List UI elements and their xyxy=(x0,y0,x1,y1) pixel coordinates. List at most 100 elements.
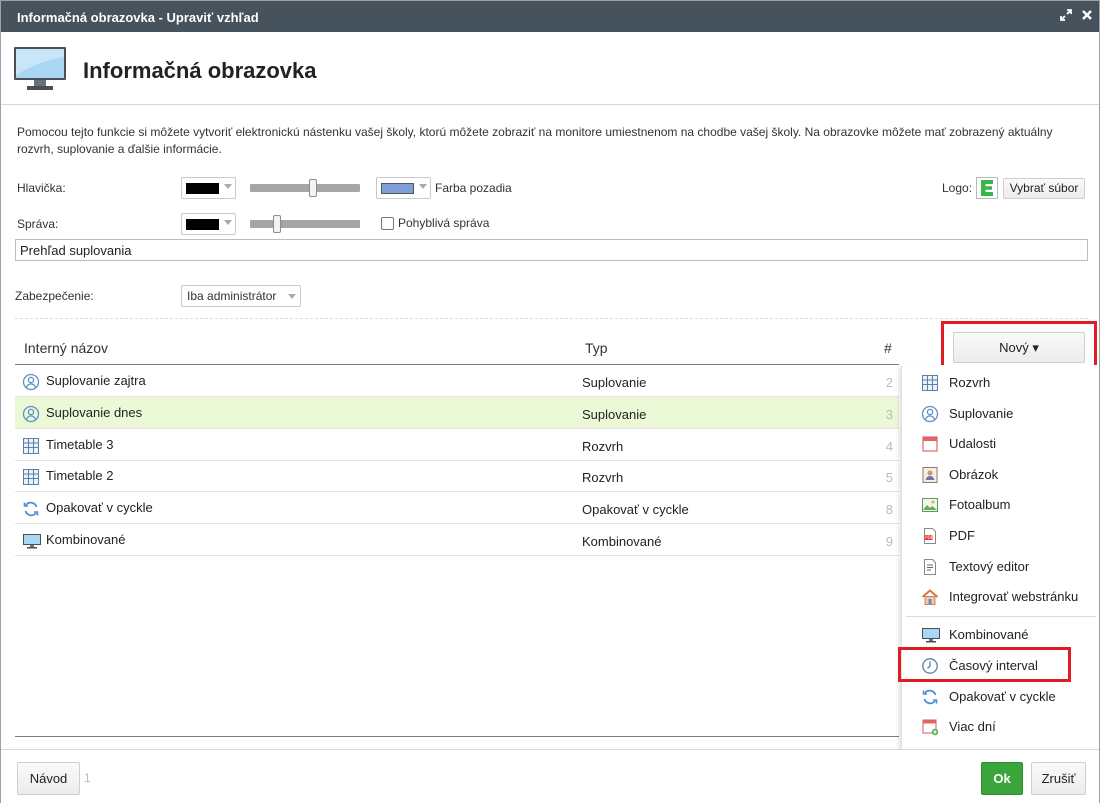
security-select-value: Iba administrátor xyxy=(187,289,277,303)
row-order: 4 xyxy=(885,438,893,454)
text-editor-icon xyxy=(921,558,939,579)
message-label: Správa: xyxy=(17,217,59,231)
table-row[interactable]: Suplovanie dnes Suplovanie 3 xyxy=(15,396,899,429)
menu-item-udalosti[interactable]: Udalosti xyxy=(902,430,1100,458)
menu-item-opakovat-v-cyckle[interactable]: Opakovať v cyckle xyxy=(902,683,1100,711)
cancel-button[interactable]: Zrušiť xyxy=(1031,762,1086,795)
chevron-down-icon xyxy=(419,184,427,189)
ok-button[interactable]: Ok xyxy=(981,762,1023,795)
clock-icon xyxy=(921,657,939,678)
row-name: Suplovanie zajtra xyxy=(46,373,146,388)
menu-item-pdf[interactable]: PDF PDF xyxy=(902,522,1100,550)
header-color-picker[interactable] xyxy=(181,177,236,199)
security-select[interactable]: Iba administrátor xyxy=(181,285,301,307)
chevron-down-icon xyxy=(224,220,232,225)
row-order: 8 xyxy=(885,502,893,518)
row-order: 5 xyxy=(885,470,893,486)
message-text-input[interactable] xyxy=(15,239,1088,261)
row-name: Kombinované xyxy=(46,532,126,547)
choose-file-button[interactable]: Vybrať súbor xyxy=(1003,178,1085,199)
security-label: Zabezpečenie: xyxy=(15,289,94,303)
monitor-icon xyxy=(921,626,941,647)
moving-message-checkbox[interactable] xyxy=(381,217,394,230)
dialog-titlebar[interactable]: Informačná obrazovka - Upraviť vzhľad xyxy=(1,1,1099,32)
calendar-icon xyxy=(921,435,939,456)
message-size-slider[interactable] xyxy=(250,215,360,233)
logo-label: Logo: xyxy=(942,181,973,195)
message-slider-handle[interactable] xyxy=(273,215,282,233)
pdf-icon: PDF xyxy=(921,527,939,548)
close-icon[interactable] xyxy=(1078,7,1096,25)
table-bottom-divider xyxy=(15,736,899,737)
menu-item-label: Časový interval xyxy=(949,658,1038,673)
header-size-slider[interactable] xyxy=(250,179,360,197)
picture-icon xyxy=(921,466,939,487)
row-type: Kombinované xyxy=(582,534,662,549)
menu-item-obrazok[interactable]: Obrázok xyxy=(902,461,1100,489)
table-row[interactable]: Opakovať v cyckle Opakovať v cyckle 8 xyxy=(15,492,899,525)
menu-item-label: Textový editor xyxy=(949,559,1030,574)
header-slider-handle[interactable] xyxy=(309,179,318,197)
row-type: Rozvrh xyxy=(582,470,624,486)
menu-item-label: Rozvrh xyxy=(949,375,991,390)
timetable-icon xyxy=(22,437,40,458)
background-color-swatch xyxy=(381,183,414,194)
photoalbum-icon xyxy=(921,496,939,517)
message-color-swatch xyxy=(186,219,219,230)
row-order: 9 xyxy=(885,534,893,549)
menu-item-suplovanie[interactable]: Suplovanie xyxy=(902,400,1100,428)
new-item-menu: Rozvrh Suplovanie Udalosti Obrázok Fotoalbum… xyxy=(901,365,1099,750)
menu-item-label: Suplovanie xyxy=(949,406,1014,421)
timetable-icon xyxy=(921,374,939,395)
menu-item-kombinovane[interactable]: Kombinované xyxy=(902,621,1100,649)
dialog-footer: Návod 1 Ok Zrušiť xyxy=(1,749,1099,803)
monitor-icon xyxy=(13,46,67,95)
table-row[interactable]: Suplovanie zajtra Suplovanie 2 xyxy=(15,365,899,397)
dialog-window: Informačná obrazovka - Upraviť vzhľad In… xyxy=(0,0,1100,803)
page-title: Informačná obrazovka xyxy=(83,58,317,83)
new-item-button[interactable]: Nový ▾ xyxy=(953,332,1085,363)
table-row[interactable]: Kombinované Kombinované 9 xyxy=(15,524,899,556)
timetable-icon xyxy=(22,468,40,489)
cycle-icon xyxy=(22,500,40,521)
message-color-picker[interactable] xyxy=(181,213,236,235)
section-divider xyxy=(15,318,1088,319)
row-type: Opakovať v cyckle xyxy=(582,502,689,518)
page-header: Informačná obrazovka xyxy=(1,32,1099,105)
substitution-icon xyxy=(22,373,40,394)
menu-item-integrovat-webstranku[interactable]: Integrovať webstránku xyxy=(902,583,1100,611)
row-name: Timetable 3 xyxy=(46,436,114,452)
menu-item-label: Obrázok xyxy=(949,467,999,482)
row-name: Opakovať v cyckle xyxy=(46,500,153,516)
intro-text: Pomocou tejto funkcie si môžete vytvoriť… xyxy=(17,125,1053,156)
help-count: 1 xyxy=(84,771,91,785)
edupage-logo-icon xyxy=(976,177,998,202)
chevron-down-icon xyxy=(224,184,232,189)
menu-divider xyxy=(906,616,1096,617)
menu-item-label: Fotoalbum xyxy=(949,497,1011,512)
background-color-picker[interactable] xyxy=(376,177,431,199)
maximize-icon[interactable] xyxy=(1057,7,1075,25)
help-button[interactable]: Návod xyxy=(17,762,80,795)
row-type: Rozvrh xyxy=(582,438,624,454)
background-color-label: Farba pozadia xyxy=(435,181,512,195)
menu-item-rozvrh[interactable]: Rozvrh xyxy=(902,369,1100,397)
svg-text:PDF: PDF xyxy=(925,535,933,540)
monitor-icon xyxy=(22,532,42,553)
menu-item-textovy-editor[interactable]: Textový editor xyxy=(902,553,1100,581)
menu-item-label: PDF xyxy=(949,528,975,543)
row-order: 2 xyxy=(885,375,893,390)
menu-item-viac-dni[interactable]: Viac dní xyxy=(902,713,1100,741)
row-type: Suplovanie xyxy=(582,375,647,390)
row-type: Suplovanie xyxy=(582,406,647,422)
menu-item-label: Kombinované xyxy=(949,627,1029,642)
menu-item-casovy-interval[interactable]: Časový interval xyxy=(902,652,1100,680)
table-row[interactable]: Timetable 2 Rozvrh 5 xyxy=(15,460,899,493)
menu-item-fotoalbum[interactable]: Fotoalbum xyxy=(902,491,1100,519)
dialog-title: Informačná obrazovka - Upraviť vzhľad xyxy=(17,10,259,25)
header-color-swatch xyxy=(186,183,219,194)
chevron-down-icon xyxy=(288,294,296,299)
multi-day-icon xyxy=(921,718,939,739)
substitution-icon xyxy=(921,405,939,426)
table-row[interactable]: Timetable 3 Rozvrh 4 xyxy=(15,429,899,461)
